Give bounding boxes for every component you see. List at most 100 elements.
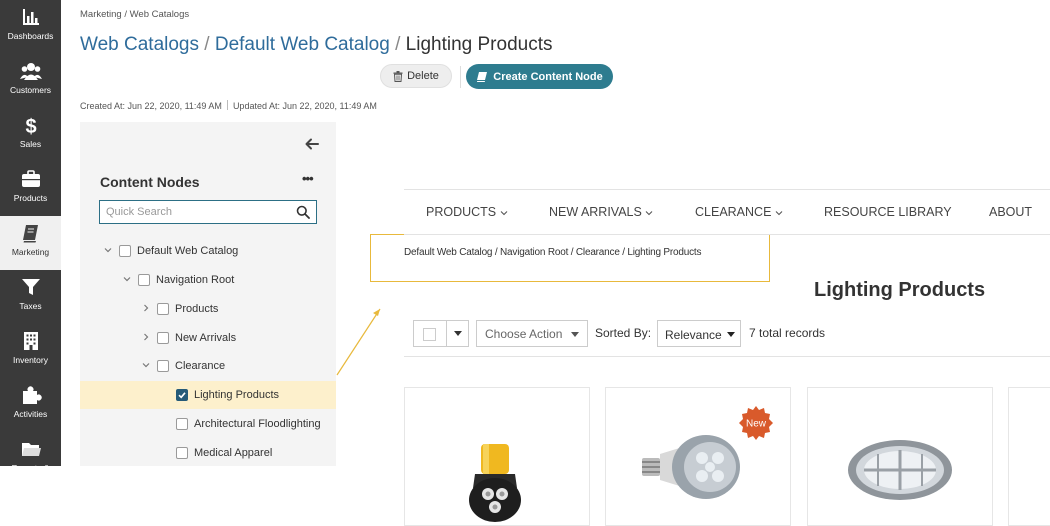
more-options-icon[interactable]: •••	[302, 171, 314, 186]
select-divider	[446, 321, 447, 346]
preview-nav-products[interactable]: PRODUCTS	[426, 205, 508, 219]
book-icon	[477, 71, 488, 82]
page: Dashboards Customers $ Sales Products Ma…	[0, 0, 1050, 526]
tree-checkbox[interactable]	[176, 418, 188, 430]
meta-divider	[226, 100, 228, 110]
new-badge-text: New	[746, 419, 767, 430]
tree-node-label: Navigation Root	[156, 274, 235, 286]
callout-highlight	[370, 234, 770, 282]
nav-item-inventory[interactable]: Inventory	[0, 324, 61, 378]
tree-node-label: Clearance	[175, 360, 226, 372]
content-nodes-panel: Content Nodes ••• Default Web Catalog Na…	[80, 122, 336, 466]
product-card[interactable]	[807, 387, 993, 526]
bulkhead-light-image	[848, 440, 952, 500]
users-icon	[19, 63, 42, 80]
chevron-right-icon[interactable]	[141, 332, 151, 342]
chevron-right-icon[interactable]	[141, 303, 151, 313]
tree-checkbox[interactable]	[138, 274, 150, 286]
svg-text:$: $	[25, 116, 36, 136]
tree-checkbox-checked[interactable]	[176, 389, 188, 401]
choose-action-label: Choose Action	[485, 327, 563, 341]
preview-nav-resource-library[interactable]: RESOURCE LIBRARY	[824, 205, 952, 219]
nav-label: Customers	[9, 85, 52, 95]
page-title: Web Catalogs / Default Web Catalog / Lig…	[80, 34, 553, 56]
product-card[interactable]	[404, 387, 590, 526]
tree-node-medical-apparel[interactable]: Medical Apparel	[80, 439, 336, 467]
title-current: Lighting Products	[405, 34, 553, 55]
nav-item-taxes[interactable]: Taxes	[0, 270, 61, 324]
chevron-down-icon	[645, 211, 653, 216]
search-input[interactable]	[106, 205, 291, 219]
main-sidebar: Dashboards Customers $ Sales Products Ma…	[0, 0, 61, 473]
create-content-node-button[interactable]: Create Content Node	[466, 64, 613, 89]
nav-label: Activities	[13, 409, 48, 419]
create-button-label: Create Content Node	[493, 70, 603, 83]
preview-nav-about[interactable]: ABOUT	[989, 205, 1032, 219]
nav-item-dashboards[interactable]: Dashboards	[0, 0, 61, 54]
tree-node-default-web-catalog[interactable]: Default Web Catalog	[80, 237, 336, 265]
tree-node-clearance[interactable]: Clearance	[80, 352, 336, 380]
delete-button-label: Delete	[407, 70, 439, 82]
tree-node-label: Medical Apparel	[194, 447, 273, 459]
chevron-down-icon[interactable]	[122, 274, 132, 284]
tree-node-label: Lighting Products	[194, 389, 279, 401]
sorted-by-label: Sorted By:	[595, 326, 652, 340]
toolbar-divider	[460, 66, 461, 88]
title-separator: /	[204, 34, 210, 55]
nav-item-sales[interactable]: $ Sales	[0, 108, 61, 162]
choose-action-select[interactable]: Choose Action	[476, 320, 588, 347]
nav-label: Sales	[19, 139, 42, 149]
tree-checkbox[interactable]	[119, 245, 131, 257]
tree-checkbox[interactable]	[157, 303, 169, 315]
product-card[interactable]	[1008, 387, 1050, 526]
sort-select[interactable]: Relevance	[657, 320, 741, 347]
tree-node-new-arrivals[interactable]: New Arrivals	[80, 324, 336, 352]
search-icon[interactable]	[296, 205, 310, 219]
preview-nav-label: PRODUCTS	[426, 205, 497, 219]
new-badge: New	[739, 406, 773, 440]
caret-down-icon[interactable]	[454, 331, 462, 336]
nav-item-reports[interactable]: Reports &	[0, 432, 61, 486]
preview-nav-label: NEW ARRIVALS	[549, 205, 642, 219]
title-separator: /	[395, 34, 401, 55]
created-at: Created At: Jun 22, 2020, 11:49 AM	[80, 101, 222, 111]
delete-button[interactable]: Delete	[380, 64, 452, 88]
tree-node-architectural-floodlighting[interactable]: Architectural Floodlighting	[80, 410, 336, 438]
chevron-down-icon[interactable]	[103, 245, 113, 255]
nav-item-activities[interactable]: Activities	[0, 378, 61, 432]
tree-checkbox[interactable]	[157, 360, 169, 372]
nav-item-customers[interactable]: Customers	[0, 54, 61, 108]
tree-node-products[interactable]: Products	[80, 295, 336, 323]
tree-node-lighting-products[interactable]: Lighting Products	[80, 381, 336, 409]
select-all-checkbox[interactable]	[423, 328, 436, 341]
preview-top-divider	[404, 189, 1050, 190]
title-link-default-web-catalog[interactable]: Default Web Catalog	[215, 34, 390, 55]
preview-nav-label: CLEARANCE	[695, 205, 772, 219]
dollar-icon: $	[25, 116, 36, 136]
quick-search	[99, 200, 317, 224]
preview-nav-clearance[interactable]: CLEARANCE	[695, 205, 783, 219]
tree-node-navigation-root[interactable]: Navigation Root	[80, 266, 336, 294]
nav-label: Reports &	[11, 463, 50, 473]
tree-checkbox[interactable]	[176, 447, 188, 459]
nav-item-marketing[interactable]: Marketing	[0, 216, 61, 270]
tree-node-label: Architectural Floodlighting	[194, 418, 321, 430]
building-icon	[23, 332, 38, 350]
nav-item-products[interactable]: Products	[0, 162, 61, 216]
preview-nav-new-arrivals[interactable]: NEW ARRIVALS	[549, 205, 653, 219]
trash-icon	[393, 70, 403, 82]
tree-node-label: Default Web Catalog	[137, 245, 239, 257]
nav-label: Inventory	[13, 355, 48, 365]
checkmark-icon	[178, 392, 186, 399]
tree-node-label: New Arrivals	[175, 332, 237, 344]
arrow-left-icon[interactable]	[304, 136, 320, 152]
briefcase-icon	[21, 170, 40, 187]
tree-checkbox[interactable]	[157, 332, 169, 344]
chevron-down-icon[interactable]	[141, 360, 151, 370]
title-link-web-catalogs[interactable]: Web Catalogs	[80, 34, 199, 55]
puzzle-icon	[22, 386, 42, 404]
chevron-down-icon	[500, 211, 508, 216]
select-all-dropdown[interactable]	[413, 320, 469, 347]
updated-at: Updated At: Jun 22, 2020, 11:49 AM	[232, 101, 377, 111]
filter-icon	[21, 279, 40, 295]
